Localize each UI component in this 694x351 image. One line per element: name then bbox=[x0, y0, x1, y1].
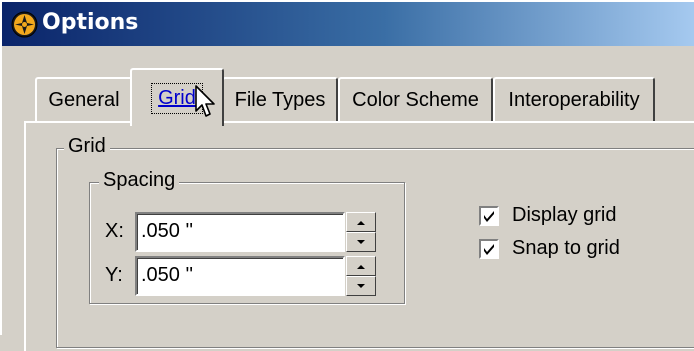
tab-file-types[interactable]: File Types bbox=[222, 77, 338, 122]
spacing-group-title: Spacing bbox=[99, 169, 180, 192]
y-spin-down-button[interactable] bbox=[346, 276, 376, 296]
tab-color-scheme[interactable]: Color Scheme bbox=[338, 77, 493, 122]
spin-up-arrow-icon bbox=[357, 264, 365, 269]
snap-to-grid-checkbox[interactable] bbox=[479, 239, 499, 259]
y-label: Y: bbox=[105, 264, 123, 286]
display-grid-checkbox[interactable] bbox=[479, 206, 499, 226]
tab-general[interactable]: General bbox=[35, 77, 133, 122]
tab-interoperability-label: Interoperability bbox=[508, 89, 640, 111]
tab-general-label: General bbox=[48, 89, 120, 111]
tab-grid-label: Grid bbox=[151, 82, 203, 114]
grid-group-title: Grid bbox=[64, 135, 110, 158]
x-label: X: bbox=[105, 220, 124, 242]
mouse-pointer-icon bbox=[195, 85, 215, 117]
app-logo-icon[interactable] bbox=[11, 11, 38, 38]
spin-down-arrow-icon bbox=[357, 283, 365, 288]
x-spacing-input[interactable]: .050 '' bbox=[135, 212, 345, 252]
options-dialog: Options General Grid File Types Color Sc… bbox=[0, 0, 694, 351]
snap-to-grid-label[interactable]: Snap to grid bbox=[512, 237, 620, 260]
checkmark-icon bbox=[484, 211, 494, 222]
title-bar[interactable]: Options bbox=[2, 2, 694, 46]
tab-interoperability[interactable]: Interoperability bbox=[493, 77, 655, 122]
x-spacing-spinner bbox=[346, 212, 376, 252]
window-title: Options bbox=[42, 10, 139, 35]
y-spacing-spinner bbox=[346, 256, 376, 296]
y-spacing-input[interactable]: .050 '' bbox=[135, 256, 345, 296]
y-spin-up-button[interactable] bbox=[346, 256, 376, 276]
display-grid-label[interactable]: Display grid bbox=[512, 204, 616, 227]
tab-file-types-label: File Types bbox=[234, 89, 326, 111]
spin-down-arrow-icon bbox=[357, 239, 365, 244]
checkmark-icon bbox=[484, 244, 494, 255]
x-spin-down-button[interactable] bbox=[346, 232, 376, 252]
tab-color-scheme-label: Color Scheme bbox=[352, 89, 479, 111]
x-spin-up-button[interactable] bbox=[346, 212, 376, 232]
spin-up-arrow-icon bbox=[357, 220, 365, 225]
